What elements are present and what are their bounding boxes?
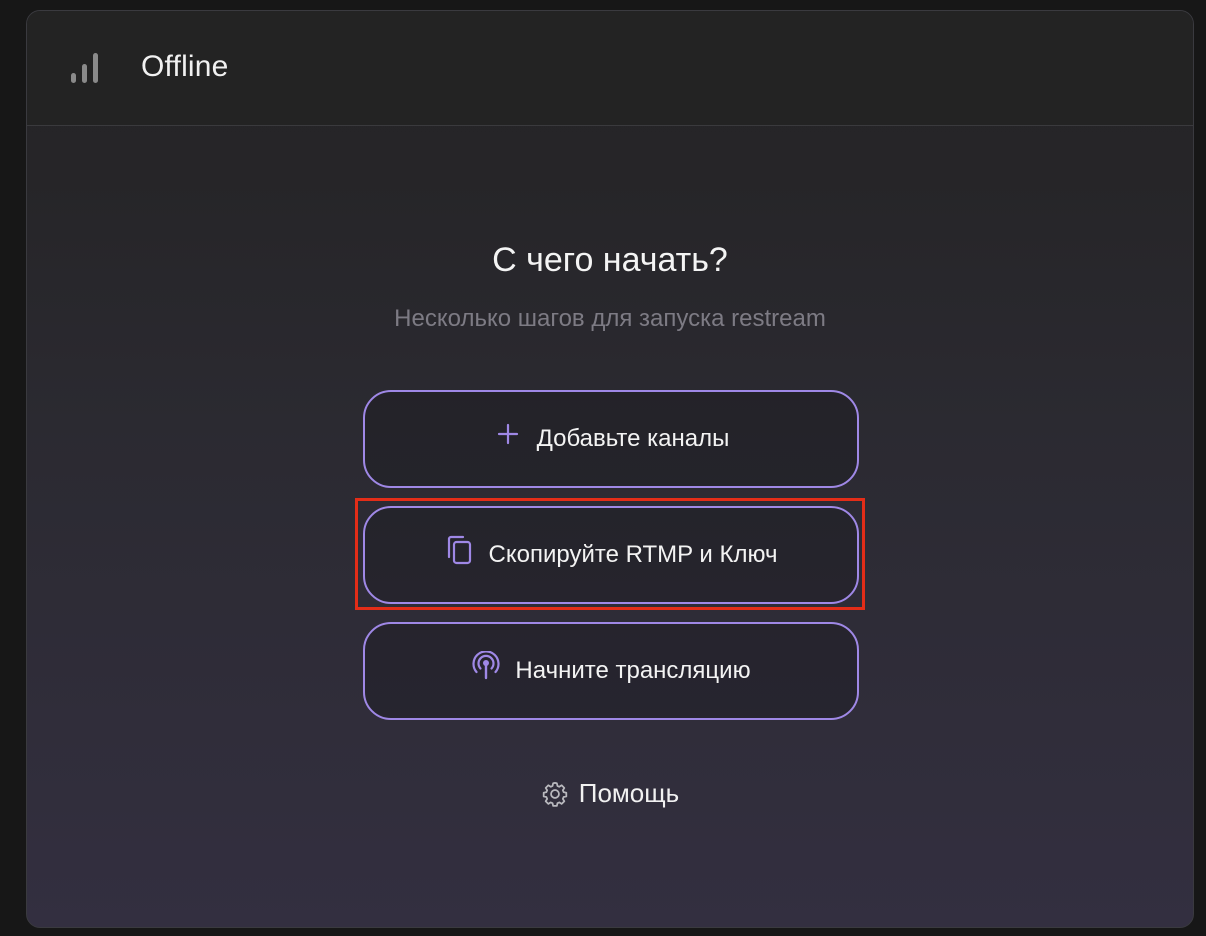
page-subtitle: Несколько шагов для запуска restream — [394, 305, 826, 332]
gear-icon — [541, 780, 569, 808]
status-title: Offline — [141, 50, 229, 83]
help-link[interactable]: Помощь — [27, 778, 1193, 809]
help-label: Помощь — [578, 778, 680, 808]
start-broadcast-label: Начните трансляцию — [515, 657, 751, 684]
start-broadcast-button[interactable]: Начните трансляцию — [363, 622, 859, 720]
signal-bars-icon — [69, 51, 103, 85]
broadcast-icon — [471, 651, 501, 681]
plus-icon — [493, 419, 523, 449]
add-channels-label: Добавьте каналы — [536, 425, 730, 452]
offline-panel: Offline С чего начать? Несколько шагов д… — [26, 10, 1194, 928]
add-channels-button[interactable]: Добавьте каналы — [363, 390, 859, 488]
copy-rtmp-key-label: Скопируйте RTMP и Ключ — [488, 541, 778, 568]
getting-started-section: С чего начать? Несколько шагов для запус… — [27, 126, 1193, 927]
page-title: С чего начать? — [492, 241, 728, 279]
panel-header: Offline — [27, 11, 1193, 126]
copy-rtmp-key-button[interactable]: Скопируйте RTMP и Ключ — [363, 506, 859, 604]
copy-icon — [445, 535, 475, 565]
